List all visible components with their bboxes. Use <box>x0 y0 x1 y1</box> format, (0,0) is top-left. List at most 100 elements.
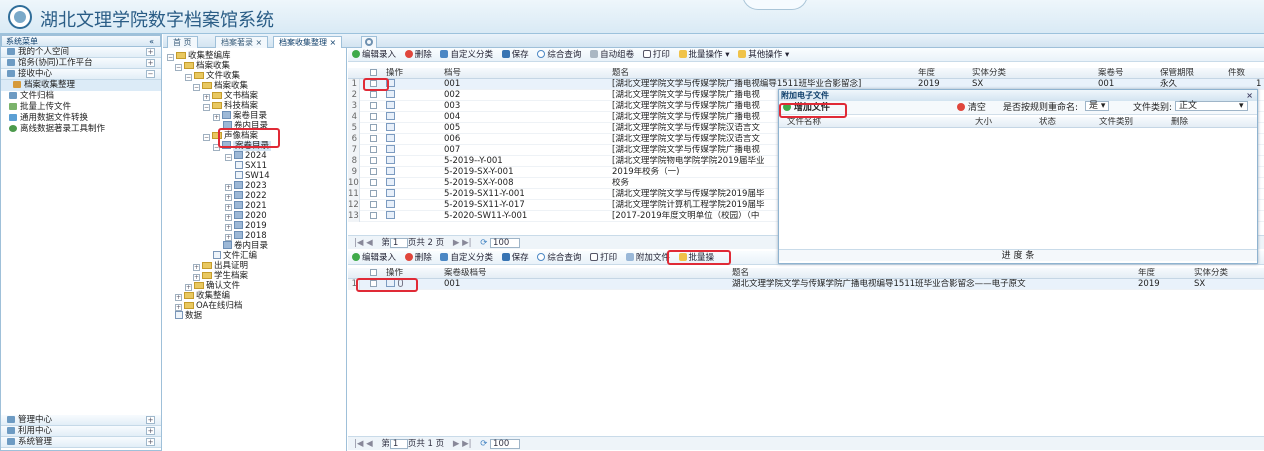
tree-node[interactable]: 卷内目录 <box>223 241 268 251</box>
close-icon[interactable]: × <box>256 38 263 47</box>
expand-icon[interactable]: + <box>193 274 200 281</box>
page-size-select[interactable]: 100 <box>490 238 521 248</box>
checkbox[interactable] <box>370 179 377 186</box>
menu-section-receive[interactable]: 接收中心 − <box>1 69 161 80</box>
checkbox[interactable] <box>370 269 377 276</box>
edit-icon[interactable] <box>386 178 395 186</box>
tree-node[interactable]: + 确认文件 <box>185 281 240 291</box>
row-checkbox[interactable] <box>370 211 377 222</box>
expand-icon[interactable]: + <box>175 294 182 301</box>
tree-node[interactable]: + 收集整编 <box>175 291 230 301</box>
header-code[interactable]: 案卷级档号 <box>444 268 487 279</box>
tree-node[interactable]: +2022 <box>225 191 267 201</box>
page-size-select[interactable]: 100 <box>490 439 521 449</box>
other-operation-button[interactable]: 其他操作 ▾ <box>738 48 789 62</box>
tree-node[interactable]: − 文件收集 <box>185 71 240 81</box>
expand-icon[interactable]: + <box>185 284 192 291</box>
save-button-2[interactable]: 保存 <box>501 251 529 265</box>
print-button-2[interactable]: 打印 <box>590 251 617 265</box>
table-row[interactable]: 1 001 湖北文理学院文学与传媒学院广播电视编导1511班毕业合影留念——电子… <box>348 279 1264 290</box>
tree-node[interactable]: + OA在线归档 <box>175 301 242 311</box>
page-input[interactable]: 1 <box>389 439 408 449</box>
expand-icon[interactable]: + <box>146 59 155 67</box>
expand-icon[interactable]: + <box>213 114 220 121</box>
header-title[interactable]: 题名 <box>612 68 629 79</box>
tree-node[interactable]: − 档案收集 <box>193 81 248 91</box>
row-edit[interactable] <box>386 145 395 156</box>
expand-icon[interactable]: + <box>225 214 232 221</box>
tree-node-root[interactable]: − 收集整编库 <box>167 51 231 61</box>
edit-icon[interactable] <box>386 145 395 153</box>
row-checkbox[interactable] <box>370 189 377 200</box>
row-edit[interactable] <box>386 189 395 200</box>
header-count[interactable]: 件数 <box>1228 68 1245 79</box>
tree-node[interactable]: +2018 <box>225 231 267 241</box>
header-year[interactable]: 年度 <box>1138 268 1155 279</box>
tree-node[interactable]: + 文书档案 <box>203 91 258 101</box>
checkbox[interactable] <box>370 69 377 76</box>
expand-icon[interactable]: + <box>175 304 182 311</box>
edit-entry-button-2[interactable]: 编辑录入 <box>352 251 396 265</box>
menu-section-manage[interactable]: 管理中心 + <box>1 415 161 426</box>
tree-node[interactable]: − 档案收集 <box>175 61 230 71</box>
edit-icon[interactable] <box>386 112 395 120</box>
row-checkbox[interactable] <box>370 167 377 178</box>
save-button[interactable]: 保存 <box>501 48 529 62</box>
header-period[interactable]: 保管期限 <box>1160 68 1194 79</box>
rename-select[interactable]: 是 ▾ <box>1085 101 1110 111</box>
header-title[interactable]: 题名 <box>732 268 749 279</box>
row-checkbox[interactable] <box>370 145 377 156</box>
checkbox[interactable] <box>370 168 377 175</box>
collapse-icon[interactable]: − <box>185 74 192 81</box>
checkbox[interactable] <box>370 157 377 164</box>
query-button[interactable]: 综合查询 <box>537 48 581 62</box>
edit-entry-button[interactable]: 编辑录入 <box>352 48 396 62</box>
collapse-icon[interactable]: − <box>225 154 232 161</box>
close-icon[interactable]: × <box>330 38 337 47</box>
custom-category-button-2[interactable]: 自定义分类 <box>440 251 493 265</box>
tree-node[interactable]: 文件汇编 <box>213 251 257 261</box>
close-icon[interactable]: × <box>1246 90 1253 101</box>
tree-node[interactable]: + 案卷目录 <box>213 111 267 121</box>
tree-node[interactable]: +2020 <box>225 211 267 221</box>
checkbox[interactable] <box>370 135 377 142</box>
collapse-icon[interactable]: − <box>167 54 174 61</box>
expand-icon[interactable]: + <box>225 194 232 201</box>
collapse-icon[interactable]: − <box>203 134 210 141</box>
delete-button-2[interactable]: 删除 <box>404 251 432 265</box>
expand-icon[interactable]: + <box>146 427 155 435</box>
checkbox[interactable] <box>370 102 377 109</box>
next-page-button[interactable]: ▶ ▶| <box>453 439 472 449</box>
row-checkbox[interactable] <box>370 156 377 167</box>
row-edit[interactable] <box>386 134 395 145</box>
menu-item-offline-tool[interactable]: 离线数据著录工具制作 <box>1 124 161 135</box>
menu-item-archive-collect[interactable]: 档案收集整理 <box>1 80 161 91</box>
collapse-icon[interactable]: − <box>193 84 200 91</box>
page-input[interactable]: 1 <box>389 238 408 248</box>
tree-node[interactable]: + 出具证明 <box>193 261 248 271</box>
tab-archive-entry[interactable]: 档案著录 × <box>215 36 269 48</box>
row-edit[interactable] <box>386 200 395 211</box>
edit-icon[interactable] <box>386 189 395 197</box>
expand-icon[interactable]: + <box>203 94 210 101</box>
checkbox[interactable] <box>370 91 377 98</box>
edit-icon[interactable] <box>386 167 395 175</box>
edit-icon[interactable] <box>386 90 395 98</box>
expand-icon[interactable]: + <box>225 204 232 211</box>
refresh-icon[interactable]: ⟳ <box>480 238 487 248</box>
collapse-icon[interactable]: − <box>146 70 155 78</box>
edit-icon[interactable] <box>386 101 395 109</box>
menu-section-system[interactable]: 系统管理 + <box>1 437 161 448</box>
collapse-left-button[interactable]: « <box>149 36 154 47</box>
checkbox[interactable] <box>370 190 377 197</box>
header-entity[interactable]: 实体分类 <box>972 68 1006 79</box>
row-edit[interactable] <box>386 167 395 178</box>
tree-node[interactable]: SW14 <box>235 171 270 181</box>
edit-icon[interactable] <box>386 156 395 164</box>
first-page-button[interactable]: |◀ ◀ <box>354 238 373 248</box>
menu-section-use[interactable]: 利用中心 + <box>1 426 161 437</box>
row-edit[interactable] <box>386 101 395 112</box>
clear-button[interactable]: 清空 <box>957 101 986 115</box>
menu-section-workflow[interactable]: 馆务(协同)工作平台 + <box>1 58 161 69</box>
tab-archive-collect[interactable]: 档案收集整理 × <box>273 36 343 48</box>
